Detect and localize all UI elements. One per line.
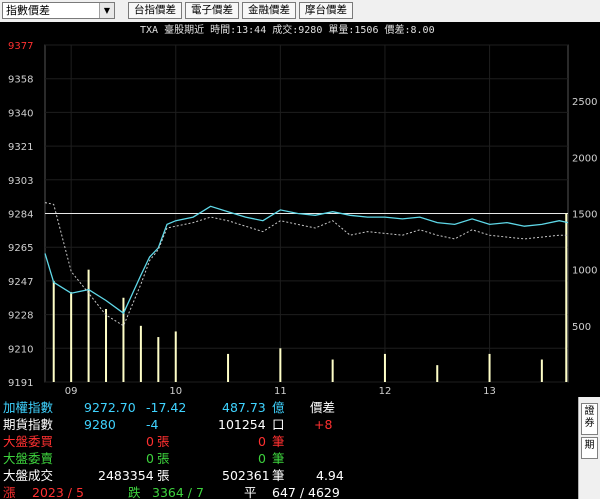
volume-bar <box>157 337 160 382</box>
tab-msci-spread[interactable]: 摩台價差 <box>299 2 353 19</box>
tab-finance-spread[interactable]: 金融價差 <box>242 2 296 19</box>
trade-orders-unit: 筆 <box>272 468 285 483</box>
unchanged-label: 平 <box>244 485 257 500</box>
bid-orders: 0 <box>258 434 266 449</box>
y-tick-label: 9210 <box>8 344 33 355</box>
y-tick-label: 9340 <box>8 108 33 119</box>
x-tick-label: 12 <box>379 386 392 397</box>
decline-count: 3364 / 7 <box>152 485 204 500</box>
decline-label: 跌 <box>128 485 141 500</box>
ask-orders-unit: 筆 <box>272 451 285 466</box>
y-tick-label: 9247 <box>8 277 33 288</box>
index-selector-value: 指數價差 <box>6 4 50 17</box>
advance-count: 2023 / 5 <box>32 485 84 500</box>
bid-shares: 0 <box>146 434 154 449</box>
chart-header: TXA 臺股期近 時間:13:44 成交:9280 單量:1506 價差:8.0… <box>140 23 435 36</box>
volume-bar <box>540 359 543 382</box>
volume-bar <box>488 353 491 382</box>
advance-label: 漲 <box>3 485 16 500</box>
volume-bar <box>52 280 55 382</box>
quote-panel: 加權指數 9272.70 -17.42 487.73 億 價差 期貨指數 928… <box>0 397 578 500</box>
y-tick-label: 9191 <box>8 378 33 389</box>
row-label: 大盤成交 <box>3 468 54 483</box>
y-tick-label: 9377 <box>8 41 33 52</box>
x-tick-label: 09 <box>65 386 78 397</box>
spread-value: +8 <box>314 417 333 432</box>
tab-futures[interactable]: 期 <box>581 437 598 459</box>
price-chart[interactable]: TXA 臺股期近 時間:13:44 成交:9280 單量:1506 價差:8.0… <box>0 22 600 397</box>
volume-bar <box>279 348 282 382</box>
y-tick-label: 9284 <box>8 210 33 221</box>
ask-orders: 0 <box>258 451 266 466</box>
row-label: 加權指數 <box>3 400 54 415</box>
volume-bar <box>331 359 334 382</box>
futures-volume-unit: 口 <box>272 417 285 432</box>
volume-bar <box>87 269 90 382</box>
ask-shares-unit: 張 <box>157 451 170 466</box>
tab-securities[interactable]: 證券 <box>581 403 598 435</box>
y2-tick-label: 500 <box>572 322 591 333</box>
trade-shares-unit: 張 <box>157 468 170 483</box>
bid-orders-unit: 筆 <box>272 434 285 449</box>
volume-bar <box>105 308 108 382</box>
shares-per-order: 4.94 <box>316 468 344 483</box>
x-tick-label: 13 <box>483 386 496 397</box>
axes: 9377 9358 9340 9321 9303 9284 9265 9247 9228 9210… <box>8 41 597 397</box>
y-tick-label: 9228 <box>8 311 33 322</box>
turnover-unit: 億 <box>272 400 285 415</box>
futures-change: -4 <box>146 417 159 432</box>
y-tick-label: 9303 <box>8 176 33 187</box>
futures-volume: 101254 <box>218 417 266 432</box>
toolbar: 指數價差 ▼ 台指價差 電子價差 金融價差 摩台價差 <box>0 0 600 23</box>
trade-shares: 2483354 <box>98 468 154 483</box>
volume-bar <box>70 292 73 382</box>
bid-shares-unit: 張 <box>157 434 170 449</box>
trade-orders: 502361 <box>222 468 270 483</box>
volume-bar <box>139 325 142 382</box>
volume-bar <box>565 213 568 382</box>
volume-bar <box>383 353 386 382</box>
tab-taiex-spread[interactable]: 台指價差 <box>128 2 182 19</box>
index-value: 9272.70 <box>84 400 136 415</box>
turnover-value: 487.73 <box>222 400 266 415</box>
futures-value: 9280 <box>84 417 116 432</box>
y-tick-label: 9321 <box>8 142 33 153</box>
volume-bar <box>436 365 439 382</box>
y2-tick-label: 2000 <box>572 153 597 164</box>
y-tick-label: 9358 <box>8 75 33 86</box>
row-label: 大盤委賣 <box>3 451 54 466</box>
y2-tick-label: 1000 <box>572 266 597 277</box>
unchanged-count: 647 / 4629 <box>272 485 340 500</box>
volume-bar <box>227 353 230 382</box>
y2-tick-label: 1500 <box>572 210 597 221</box>
y-tick-label: 9265 <box>8 243 33 254</box>
spread-label: 價差 <box>310 400 336 415</box>
y2-tick-label: 2500 <box>572 97 597 108</box>
row-label: 大盤委買 <box>3 434 54 449</box>
volume-bar <box>174 331 177 382</box>
x-tick-label: 10 <box>169 386 182 397</box>
x-tick-label: 11 <box>274 386 287 397</box>
tab-electronics-spread[interactable]: 電子價差 <box>185 2 239 19</box>
chart-canvas: TXA 臺股期近 時間:13:44 成交:9280 單量:1506 價差:8.0… <box>8 23 597 397</box>
index-change: -17.42 <box>146 400 187 415</box>
ask-shares: 0 <box>146 451 154 466</box>
chevron-down-icon[interactable]: ▼ <box>99 3 114 18</box>
index-selector[interactable]: 指數價差 ▼ <box>2 2 115 19</box>
row-label: 期貨指數 <box>3 417 54 432</box>
side-tabs: 證券 期 <box>578 397 600 499</box>
